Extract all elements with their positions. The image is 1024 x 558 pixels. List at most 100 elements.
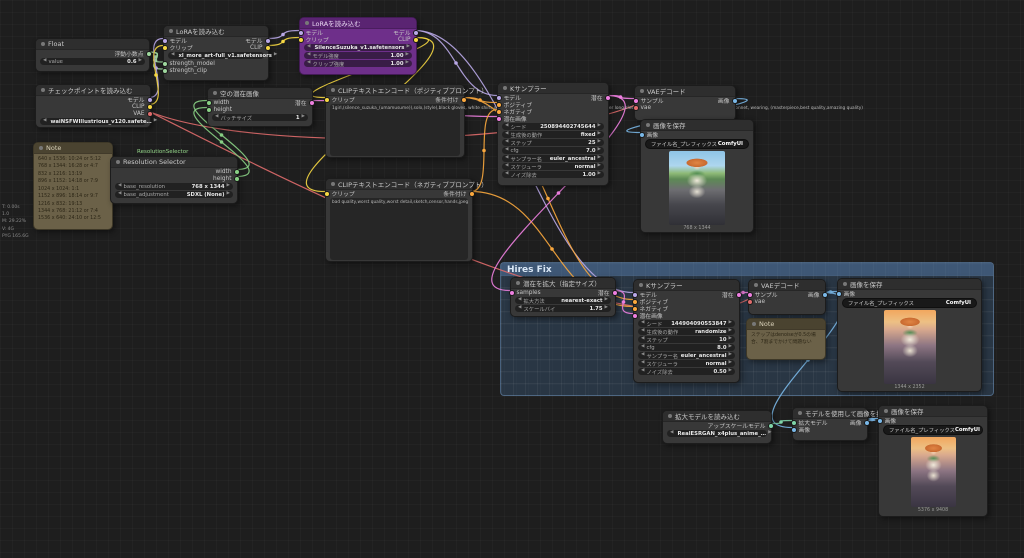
input-slot[interactable]: width	[212, 100, 229, 106]
widget-row[interactable]: ◀スケジューラnormal▶	[502, 163, 604, 170]
collapse-toggle-icon[interactable]	[884, 409, 888, 413]
increment-arrow-icon[interactable]: ▶	[406, 53, 409, 58]
input-slot-dot[interactable]	[632, 306, 638, 312]
input-slot-dot[interactable]	[747, 299, 753, 305]
decrement-arrow-icon[interactable]: ◀	[505, 132, 508, 137]
input-slot[interactable]: 画像	[797, 425, 810, 434]
widget-row[interactable]: ◀生成後の動作randomize▶	[638, 328, 735, 335]
node-clip-encode-negative[interactable]: CLIPテキストエンコード（ネガティブプロンプト）クリップ条件付けbad qua…	[325, 178, 473, 262]
input-slot[interactable]: 画像	[883, 416, 896, 425]
input-slot-dot[interactable]	[162, 45, 168, 51]
decrement-arrow-icon[interactable]: ◀	[505, 148, 508, 153]
increment-arrow-icon[interactable]: ▶	[768, 431, 771, 436]
input-slot[interactable]: クリップ	[330, 189, 355, 198]
decrement-arrow-icon[interactable]: ◀	[171, 53, 174, 58]
decrement-arrow-icon[interactable]: ◀	[518, 306, 521, 311]
input-slot-dot[interactable]	[633, 98, 639, 104]
node-latent-upscale-by[interactable]: 潜在を拡大（指定サイズ）samples潜在◀拡大方法nearest-exact▶…	[510, 277, 616, 317]
collapse-toggle-icon[interactable]	[798, 411, 802, 415]
collapse-toggle-icon[interactable]	[305, 21, 309, 25]
input-slot[interactable]: vae	[639, 105, 651, 111]
widget-row[interactable]: ◀スケールバイ1.75▶	[515, 305, 611, 312]
node-ksampler-2[interactable]: Kサンプラーモデル潜在ポジティブネガティブ潜在画像◀シード14490409055…	[633, 279, 740, 383]
collapse-toggle-icon[interactable]	[516, 281, 520, 285]
increment-arrow-icon[interactable]: ▶	[729, 337, 732, 342]
decrement-arrow-icon[interactable]: ◀	[641, 321, 644, 326]
input-slot-dot[interactable]	[206, 107, 212, 113]
input-slot-dot[interactable]	[632, 313, 638, 319]
input-slot[interactable]: 画像	[842, 289, 855, 298]
increment-arrow-icon[interactable]: ▶	[274, 53, 277, 58]
increment-arrow-icon[interactable]: ▶	[598, 148, 601, 153]
widget-row[interactable]: ◀モデル強度1.00▶	[304, 52, 412, 59]
widget-row[interactable]: ◀ノイズ除去1.00▶	[502, 171, 604, 178]
decrement-arrow-icon[interactable]: ◀	[641, 361, 644, 366]
collapse-toggle-icon[interactable]	[41, 88, 45, 92]
input-slot-dot[interactable]	[496, 109, 502, 115]
collapse-toggle-icon[interactable]	[331, 88, 335, 92]
output-slot[interactable]: 条件付け	[435, 95, 460, 104]
widget-row[interactable]: ◀モデル名RealESRGAN_x4plus_anime_…▶	[667, 430, 767, 437]
output-slot-dot[interactable]	[265, 45, 271, 51]
increment-arrow-icon[interactable]: ▶	[139, 59, 142, 64]
increment-arrow-icon[interactable]: ▶	[227, 192, 230, 197]
decrement-arrow-icon[interactable]: ◀	[43, 59, 46, 64]
node-note-resolutions[interactable]: Note640 x 1536: 10:24 or 5:12768 x 1344:…	[33, 142, 113, 230]
collapse-toggle-icon[interactable]	[116, 160, 120, 164]
collapse-toggle-icon[interactable]	[39, 146, 43, 150]
input-slot[interactable]: 潜在画像	[638, 311, 663, 320]
node-vae-decode-2[interactable]: VAEデコードサンプル画像vae	[748, 279, 826, 315]
node-save-image-1[interactable]: 画像を保存画像ファイル名_プレフィックスComfyUI768 x 1344	[640, 119, 754, 233]
node-note-hires[interactable]: Noteステップはdenoiseが0.5の場合、7割までかけて問題ない	[746, 318, 826, 360]
input-slot-dot[interactable]	[496, 102, 502, 108]
output-slot-dot[interactable]	[265, 38, 271, 44]
input-slot[interactable]: vae	[753, 299, 765, 305]
input-slot[interactable]: samples	[515, 290, 541, 296]
decrement-arrow-icon[interactable]: ◀	[505, 172, 508, 177]
widget-row[interactable]: ◀サンプラー名euler_ancestral▶	[502, 155, 604, 162]
output-slot-dot[interactable]	[768, 423, 774, 429]
increment-arrow-icon[interactable]: ▶	[605, 298, 608, 303]
increment-arrow-icon[interactable]: ▶	[729, 361, 732, 366]
output-slot[interactable]: width	[216, 169, 233, 175]
decrement-arrow-icon[interactable]: ◀	[505, 164, 508, 169]
widget-row[interactable]: ◀シード250894402745644▶	[502, 123, 604, 130]
increment-arrow-icon[interactable]: ▶	[598, 140, 601, 145]
node-save-image-2[interactable]: 画像を保存画像ファイル名_プレフィックスComfyUI1344 x 2352	[837, 278, 982, 392]
node-resolution-selector[interactable]: ResolutionSelectorResolution Selectorwid…	[110, 156, 238, 204]
widget-row[interactable]: ◀cfg7.0▶	[502, 147, 604, 154]
collapse-toggle-icon[interactable]	[843, 282, 847, 286]
decrement-arrow-icon[interactable]: ◀	[118, 184, 121, 189]
decrement-arrow-icon[interactable]: ◀	[641, 345, 644, 350]
increment-arrow-icon[interactable]: ▶	[729, 345, 732, 350]
output-slot-dot[interactable]	[146, 51, 152, 57]
input-slot[interactable]: strength_model	[168, 61, 215, 67]
widget-row[interactable]: ◀lora_namexl_more_art-full_v1.safetensor…	[168, 52, 264, 59]
increment-arrow-icon[interactable]: ▶	[729, 353, 732, 358]
output-slot-dot[interactable]	[147, 111, 153, 117]
output-slot[interactable]: CLIP	[132, 104, 146, 110]
prompt-textarea[interactable]: bad quality,worst quality,worst detail,s…	[330, 198, 468, 260]
output-slot[interactable]: 潜在	[598, 288, 611, 297]
widget-row[interactable]: ◀lora_nameSilenceSuzuka_v1.safetensors▶	[304, 44, 412, 51]
node-empty-latent-image[interactable]: 空の潜在画像width潜在height◀バッチサイズ1▶	[207, 87, 313, 127]
input-slot-dot[interactable]	[633, 105, 639, 111]
node-load-lora-2[interactable]: LoRAを読み込むモデルモデルクリップCLIP◀lora_nameSilence…	[299, 17, 417, 75]
input-slot-dot[interactable]	[632, 292, 638, 298]
decrement-arrow-icon[interactable]: ◀	[505, 140, 508, 145]
output-slot-dot[interactable]	[147, 97, 153, 103]
increment-arrow-icon[interactable]: ▶	[729, 321, 732, 326]
decrement-arrow-icon[interactable]: ◀	[118, 192, 121, 197]
output-slot-dot[interactable]	[612, 290, 618, 296]
collapse-toggle-icon[interactable]	[640, 89, 644, 93]
input-slot-dot[interactable]	[298, 30, 304, 36]
node-load-upscale-model[interactable]: 拡大モデルを読み込むアップスケールモデル◀モデル名RealESRGAN_x4pl…	[662, 410, 772, 444]
collapse-toggle-icon[interactable]	[754, 283, 758, 287]
increment-arrow-icon[interactable]: ▶	[605, 306, 608, 311]
decrement-arrow-icon[interactable]: ◀	[518, 298, 521, 303]
widget-row[interactable]: ◀クリップ強度1.00▶	[304, 60, 412, 67]
input-slot-dot[interactable]	[509, 290, 515, 296]
output-slot[interactable]: height	[213, 176, 233, 182]
output-slot[interactable]: 浮動小数点	[115, 49, 146, 58]
collapse-toggle-icon[interactable]	[668, 414, 672, 418]
